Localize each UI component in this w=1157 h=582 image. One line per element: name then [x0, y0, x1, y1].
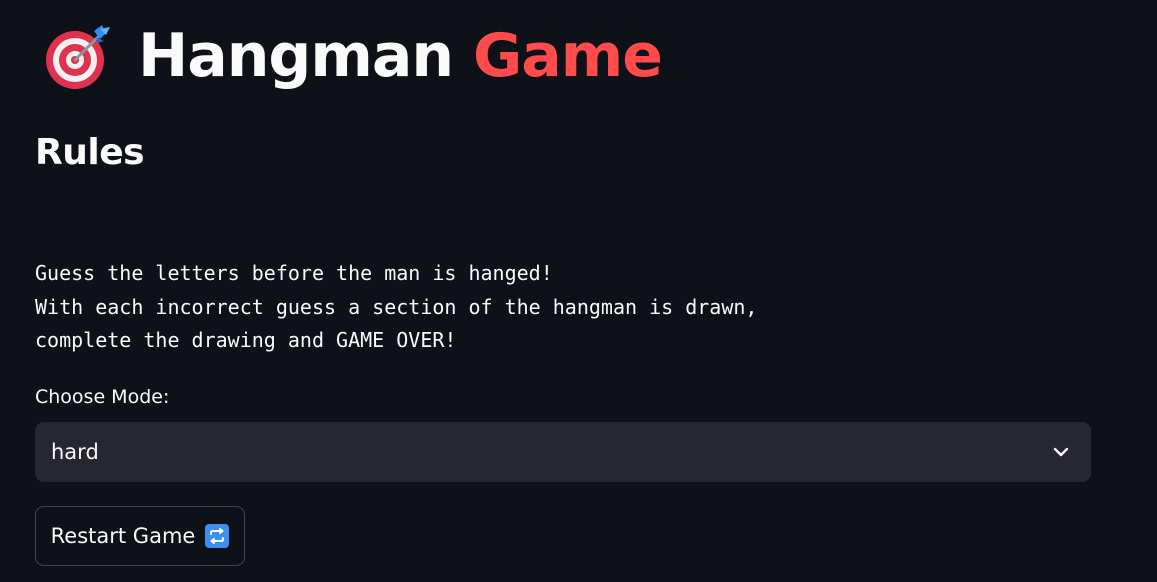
app-page: Hangman Game Rules Guess the letters bef…	[0, 0, 1157, 582]
title-accent: Game	[472, 21, 663, 91]
mode-select[interactable]: hard	[35, 422, 1091, 482]
page-title: Hangman Game	[44, 16, 663, 96]
chevron-down-icon[interactable]	[1051, 442, 1071, 462]
rules-text: Guess the letters before the man is hang…	[35, 257, 757, 358]
rules-line: complete the drawing and GAME OVER!	[35, 328, 457, 352]
restart-game-button[interactable]: Restart Game	[35, 506, 245, 566]
rules-line: With each incorrect guess a section of t…	[35, 294, 758, 319]
restart-button-label: Restart Game	[50, 524, 196, 548]
repeat-icon	[205, 524, 230, 548]
mode-selected-value: hard	[51, 440, 99, 464]
title-word: Hangman	[138, 21, 454, 91]
rules-heading: Rules	[35, 132, 145, 173]
rules-line: Guess the letters before the man is hang…	[35, 261, 553, 285]
target-dart-icon	[44, 21, 114, 91]
mode-label: Choose Mode:	[35, 386, 170, 408]
